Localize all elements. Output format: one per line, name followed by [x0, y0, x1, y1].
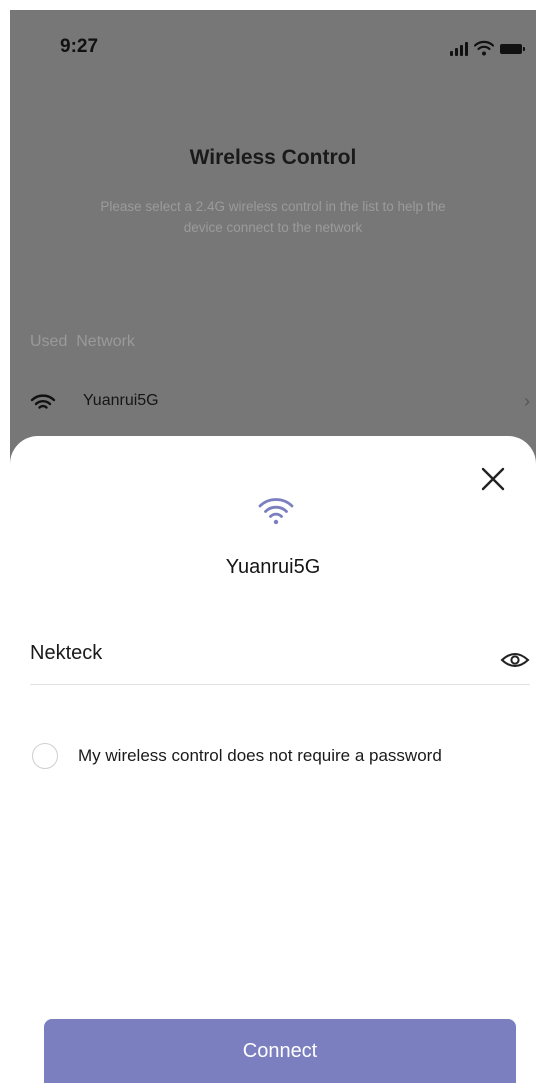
- status-icons: [450, 38, 525, 56]
- status-time: 9:27: [60, 36, 99, 57]
- wifi-icon: [258, 498, 294, 525]
- network-name: Yuanrui5G: [83, 392, 159, 409]
- no-password-option[interactable]: My wireless control does not require a p…: [32, 741, 442, 771]
- phone-screen: 9:27 Wireless Control Please select a 2.…: [0, 0, 536, 1083]
- password-field: [30, 636, 530, 685]
- no-password-label: My wireless control does not require a p…: [78, 746, 442, 765]
- password-input[interactable]: [30, 642, 460, 665]
- selected-network-name: Yuanrui5G: [225, 556, 321, 578]
- close-icon[interactable]: [480, 466, 506, 492]
- eye-icon[interactable]: [500, 650, 530, 670]
- no-password-radio[interactable]: [32, 743, 58, 769]
- status-bar: 9:27: [10, 10, 536, 70]
- connect-button[interactable]: Connect: [44, 1019, 516, 1083]
- chevron-right-icon: ›: [524, 391, 530, 411]
- battery-icon: [500, 44, 525, 54]
- password-sheet: Yuanrui5G My wireless control does not r…: [10, 436, 536, 1083]
- used-network-label: Used Network: [30, 333, 135, 350]
- page-subtitle: Please select a 2.4G wireless control in…: [100, 199, 446, 235]
- wifi-icon: [474, 40, 494, 56]
- page-title: Wireless Control: [189, 146, 357, 169]
- network-list-item[interactable]: Yuanrui5G ›: [20, 386, 536, 416]
- wifi-icon: [30, 394, 56, 409]
- signal-icon: [450, 42, 468, 56]
